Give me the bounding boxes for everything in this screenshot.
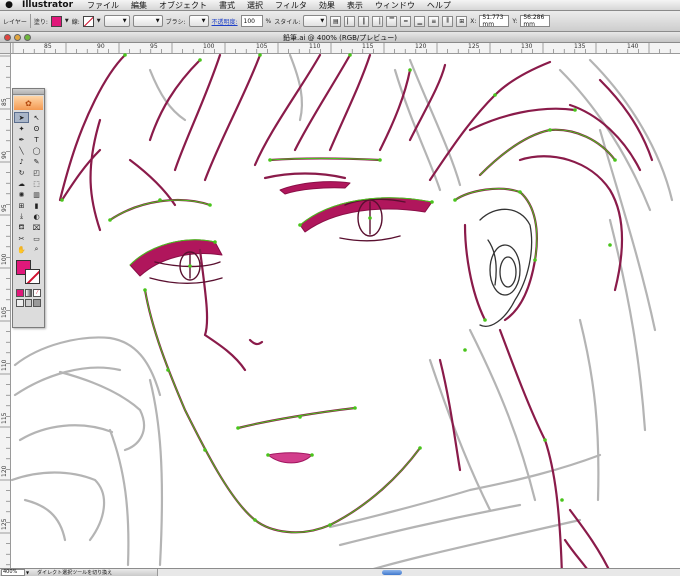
graph-tool-icon[interactable]: ▥ xyxy=(29,189,44,200)
full-screen-mode-icon[interactable] xyxy=(33,299,42,307)
rotate-tool-icon[interactable]: ↻ xyxy=(14,167,29,178)
pencil-tool-icon[interactable]: ✎ xyxy=(29,156,44,167)
selection-tool-icon[interactable]: ➤ xyxy=(14,112,29,123)
type-tool-icon[interactable]: T xyxy=(29,134,44,145)
zoom-tool-icon[interactable]: ⌕ xyxy=(29,244,44,255)
scissors-tool-icon[interactable]: ✂ xyxy=(14,233,29,244)
screen-mode-row xyxy=(13,298,44,308)
mesh-tool-icon[interactable]: ⊞ xyxy=(14,200,29,211)
hand-tool-icon[interactable]: ✋ xyxy=(14,244,29,255)
eraser-tool-icon[interactable]: ▭ xyxy=(29,233,44,244)
status-message: ダイレクト選択ツールを切り換え xyxy=(37,570,113,576)
pen-tool-icon[interactable]: ✒ xyxy=(14,134,29,145)
paintbrush-tool-icon[interactable]: ♪ xyxy=(14,156,29,167)
ellipse-tool-icon[interactable]: ◯ xyxy=(29,145,44,156)
blend-tool-icon[interactable]: ◐ xyxy=(29,211,44,222)
horizontal-scrollbar[interactable] xyxy=(157,569,680,576)
artboard-canvas[interactable] xyxy=(10,53,680,576)
tools-grid: ➤ ↖ ✦ ʘ ✒ T ╲ ◯ ♪ ✎ ↻ ◰ ☁ ⬚ ✺ ▥ ⊞ ▮ ⤓ ◐ … xyxy=(13,111,44,256)
traced-character-artwork[interactable] xyxy=(0,0,680,576)
full-screen-menu-mode-icon[interactable] xyxy=(24,299,33,307)
zoom-level-field[interactable]: 400% xyxy=(1,569,25,576)
tools-panel-header[interactable] xyxy=(13,89,44,95)
eyedropper-tool-icon[interactable]: ⤓ xyxy=(14,211,29,222)
symbol-sprayer-tool-icon[interactable]: ✺ xyxy=(14,189,29,200)
standard-screen-mode-icon[interactable] xyxy=(16,299,24,307)
gradient-tool-icon[interactable]: ▮ xyxy=(29,200,44,211)
free-transform-tool-icon[interactable]: ⬚ xyxy=(29,178,44,189)
magic-wand-tool-icon[interactable]: ✦ xyxy=(14,123,29,134)
fill-stroke-widget xyxy=(13,258,44,288)
slice-tool-icon[interactable]: ⌧ xyxy=(29,222,44,233)
horizontal-scroll-thumb[interactable] xyxy=(382,570,403,575)
chevron-down-icon[interactable]: ▼ xyxy=(26,570,29,575)
illustrator-logo-icon: ✿ xyxy=(14,96,43,110)
warp-tool-icon[interactable]: ☁ xyxy=(14,178,29,189)
stroke-color-box[interactable] xyxy=(25,269,40,284)
lasso-tool-icon[interactable]: ʘ xyxy=(29,123,44,134)
direct-selection-tool-icon[interactable]: ↖ xyxy=(29,112,44,123)
gradient-mode-icon[interactable] xyxy=(24,289,33,297)
color-mode-row: ⁄ xyxy=(13,288,44,298)
color-mode-icon[interactable] xyxy=(16,289,24,297)
status-bar: 400% ▼ ダイレクト選択ツールを切り換え xyxy=(0,568,680,576)
tools-panel: ✿ ➤ ↖ ✦ ʘ ✒ T ╲ ◯ ♪ ✎ ↻ ◰ ☁ ⬚ ✺ ▥ ⊞ ▮ ⤓ … xyxy=(12,88,45,328)
none-mode-icon[interactable]: ⁄ xyxy=(33,289,42,297)
line-tool-icon[interactable]: ╲ xyxy=(14,145,29,156)
live-paint-tool-icon[interactable]: ⛾ xyxy=(14,222,29,233)
document-window: 鉛筆.ai @ 400% (RGB/プレビュー) 85 90 95 100 10… xyxy=(0,32,680,576)
scale-tool-icon[interactable]: ◰ xyxy=(29,167,44,178)
